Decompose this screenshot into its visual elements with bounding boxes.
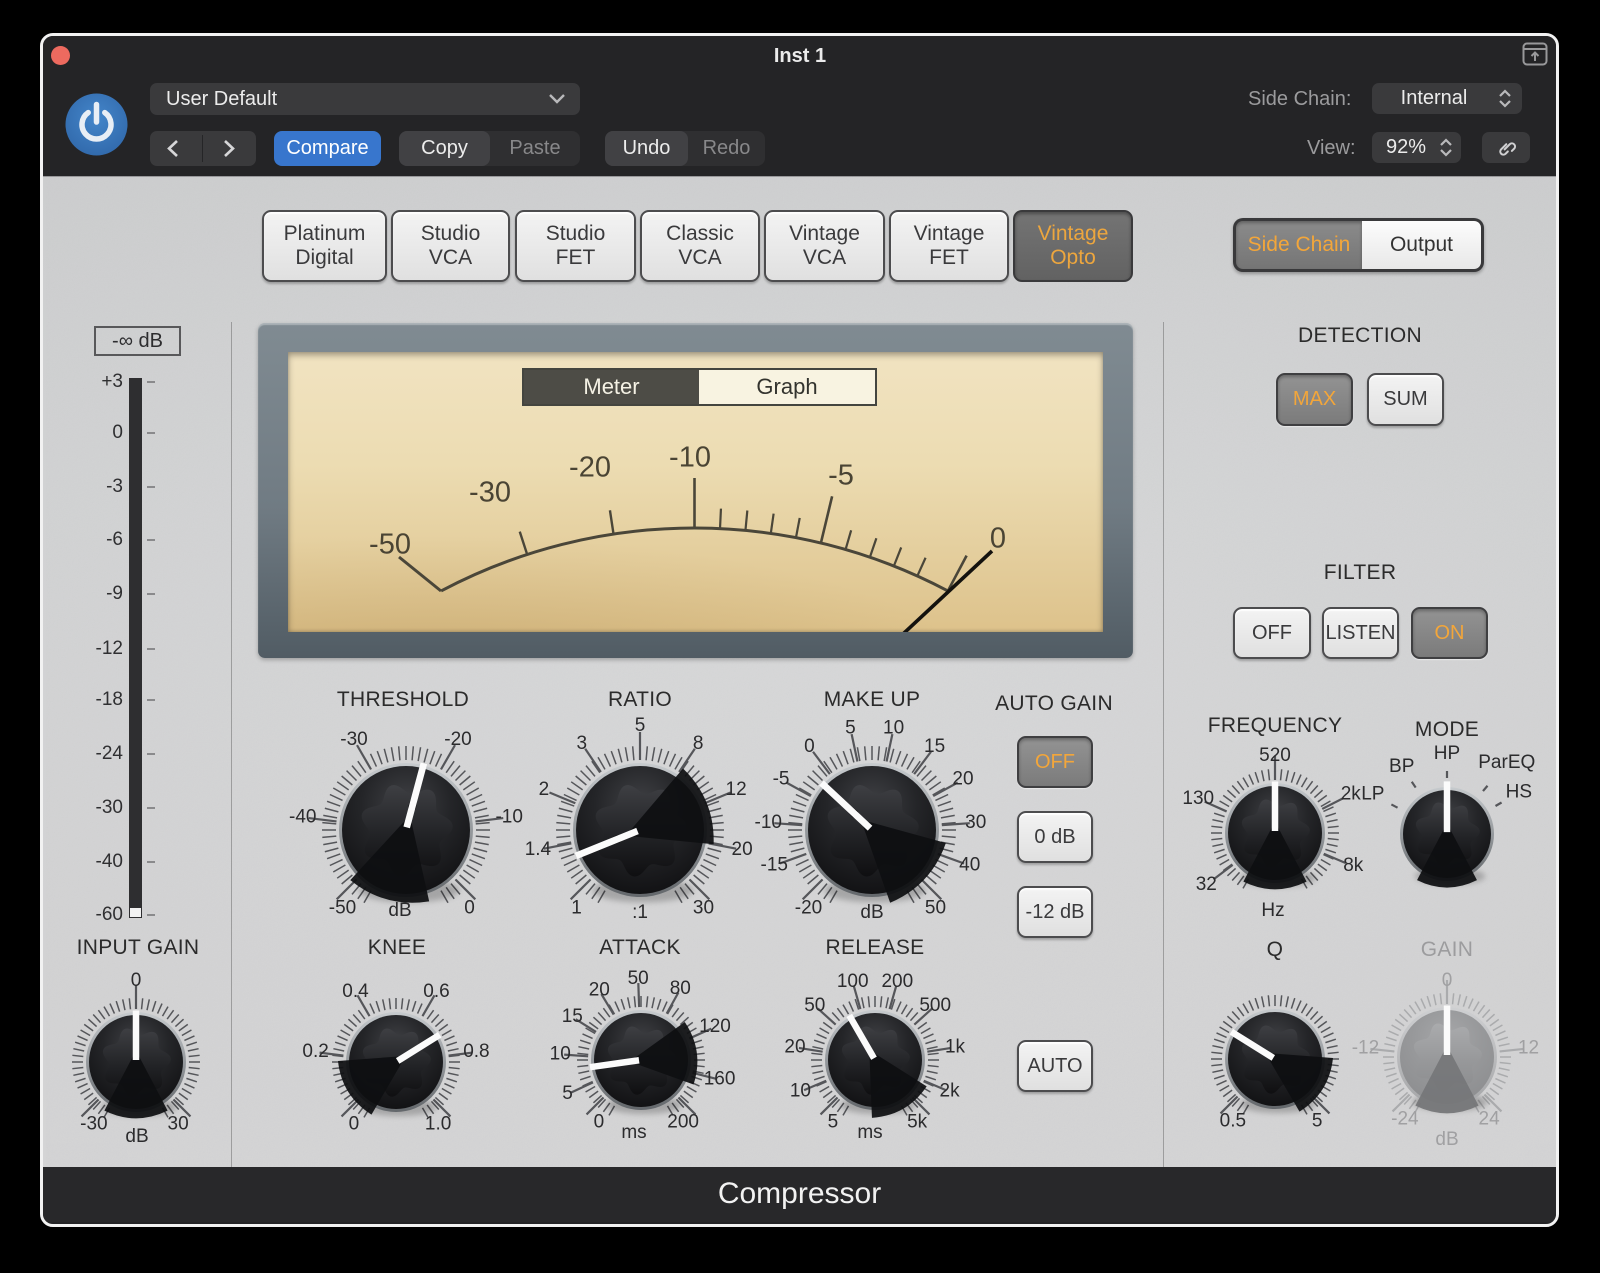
svg-text:0: 0	[1442, 970, 1453, 991]
svg-text:-18: -18	[96, 689, 123, 710]
svg-text:-20: -20	[444, 729, 471, 750]
svg-text:-30: -30	[80, 1113, 107, 1134]
svg-text:-10: -10	[669, 442, 711, 474]
svg-text::1: :1	[632, 902, 648, 923]
svg-text:80: 80	[670, 978, 691, 999]
svg-text:dB: dB	[1435, 1129, 1458, 1150]
svg-text:-24: -24	[96, 743, 124, 764]
svg-text:ParEQ: ParEQ	[1478, 752, 1535, 773]
svg-text:-50: -50	[329, 897, 356, 918]
svg-text:8: 8	[693, 733, 704, 754]
svg-text:2k: 2k	[940, 1081, 961, 1102]
svg-text:0: 0	[349, 1113, 360, 1134]
svg-text:BP: BP	[1389, 756, 1414, 777]
svg-text:520: 520	[1259, 745, 1291, 766]
svg-text:10: 10	[790, 1081, 811, 1102]
svg-text:15: 15	[924, 736, 945, 757]
svg-text:50: 50	[628, 968, 649, 989]
svg-text:-30: -30	[96, 797, 123, 818]
svg-text:20: 20	[952, 769, 973, 790]
svg-text:-30: -30	[469, 477, 511, 509]
svg-text:0.4: 0.4	[342, 981, 369, 1002]
svg-text:0: 0	[990, 523, 1006, 555]
svg-text:HP: HP	[1434, 743, 1460, 764]
svg-text:0: 0	[804, 736, 815, 757]
svg-text:dB: dB	[388, 900, 411, 921]
svg-text:dB: dB	[125, 1126, 148, 1147]
svg-text:-9: -9	[106, 583, 123, 604]
svg-text:-30: -30	[340, 729, 367, 750]
svg-text:120: 120	[699, 1016, 731, 1037]
svg-text:5: 5	[562, 1083, 573, 1104]
svg-text:0.5: 0.5	[1220, 1110, 1246, 1131]
svg-text:20: 20	[784, 1036, 805, 1057]
svg-text:-50: -50	[369, 529, 411, 561]
svg-text:500: 500	[919, 995, 951, 1016]
svg-text:10: 10	[883, 717, 904, 738]
svg-text:0.6: 0.6	[423, 981, 449, 1002]
svg-text:5k: 5k	[907, 1111, 928, 1132]
svg-text:dB: dB	[860, 902, 883, 923]
svg-text:5: 5	[845, 717, 856, 738]
svg-text:0: 0	[131, 970, 142, 991]
svg-text:-60: -60	[96, 904, 123, 925]
svg-text:1.0: 1.0	[425, 1113, 451, 1134]
svg-text:-40: -40	[289, 806, 316, 827]
svg-text:100: 100	[837, 971, 869, 992]
svg-text:160: 160	[704, 1069, 736, 1090]
svg-text:-20: -20	[569, 452, 611, 484]
svg-text:20: 20	[589, 980, 610, 1001]
svg-text:50: 50	[804, 995, 825, 1016]
svg-text:-3: -3	[106, 476, 123, 497]
svg-text:5: 5	[635, 715, 646, 736]
svg-text:-24: -24	[1391, 1108, 1419, 1129]
svg-text:30: 30	[168, 1113, 189, 1134]
svg-text:-10: -10	[755, 812, 782, 833]
svg-text:-40: -40	[96, 851, 123, 872]
svg-text:ms: ms	[621, 1122, 646, 1143]
svg-text:0: 0	[112, 422, 123, 443]
svg-text:1k: 1k	[945, 1036, 966, 1057]
svg-text:5: 5	[828, 1111, 839, 1132]
svg-text:+3: +3	[101, 371, 123, 392]
svg-text:24: 24	[1479, 1108, 1501, 1129]
svg-text:130: 130	[1182, 788, 1214, 809]
svg-text:0: 0	[464, 897, 475, 918]
svg-text:LP: LP	[1361, 784, 1384, 805]
svg-text:200: 200	[881, 971, 913, 992]
svg-text:-15: -15	[761, 855, 788, 876]
svg-text:30: 30	[693, 897, 714, 918]
svg-text:ms: ms	[857, 1122, 882, 1143]
svg-text:30: 30	[965, 812, 986, 833]
svg-text:0.2: 0.2	[302, 1041, 328, 1062]
svg-text:-5: -5	[773, 769, 790, 790]
svg-text:0.8: 0.8	[463, 1041, 489, 1062]
svg-text:5: 5	[1312, 1110, 1323, 1131]
svg-text:50: 50	[925, 897, 946, 918]
svg-text:0: 0	[594, 1111, 605, 1132]
svg-text:12: 12	[1518, 1037, 1539, 1058]
svg-text:-12: -12	[1352, 1037, 1379, 1058]
svg-text:15: 15	[562, 1006, 583, 1027]
svg-text:10: 10	[550, 1043, 571, 1064]
svg-text:Hz: Hz	[1261, 900, 1284, 921]
svg-text:-12: -12	[96, 638, 123, 659]
svg-text:-6: -6	[106, 529, 123, 550]
svg-text:200: 200	[667, 1111, 699, 1132]
svg-text:2: 2	[539, 779, 550, 800]
svg-text:32: 32	[1196, 874, 1217, 895]
svg-text:3: 3	[577, 733, 588, 754]
svg-text:-20: -20	[795, 897, 822, 918]
svg-text:-5: -5	[828, 460, 854, 492]
svg-text:40: 40	[959, 855, 980, 876]
svg-text:HS: HS	[1506, 782, 1532, 803]
svg-text:1: 1	[571, 897, 582, 918]
svg-text:1.4: 1.4	[525, 839, 552, 860]
